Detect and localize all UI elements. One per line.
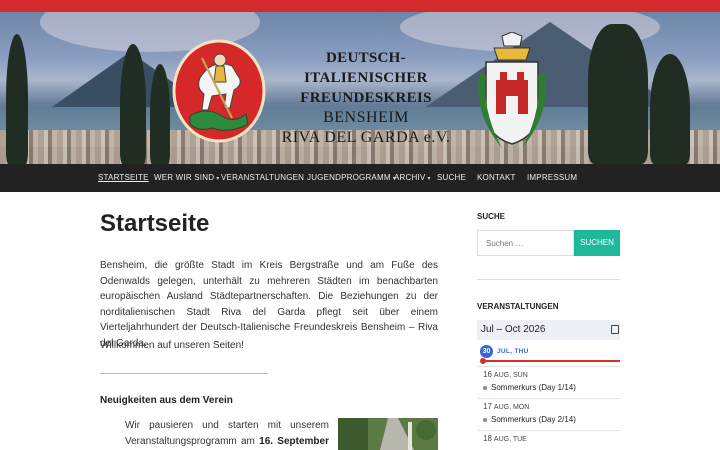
news-heading: Neuigkeiten aus dem Verein xyxy=(100,395,233,406)
main-navigation: STARTSEITE WER WIR SIND ▾ VERANSTALTUNGEN… xyxy=(0,164,720,192)
calendar-event[interactable]: Sommerkurs (Day 1/14) xyxy=(483,383,576,392)
current-time-line xyxy=(483,360,620,362)
garden-path-image xyxy=(338,418,438,450)
site-title-line-1: DEUTSCH-ITALIENISCHER xyxy=(304,50,428,86)
nav-item-impressum[interactable]: IMPRESSUM xyxy=(527,173,577,182)
nav-item-suche[interactable]: SUCHE xyxy=(437,173,466,182)
day-number: 16 xyxy=(483,370,492,379)
calendar-icon[interactable] xyxy=(611,325,619,334)
event-title: Sommerkurs (Day 1/14) xyxy=(491,383,576,392)
chevron-down-icon: ▾ xyxy=(216,176,220,182)
bensheim-coat-of-arms[interactable] xyxy=(172,38,266,144)
day-number: 18 xyxy=(483,434,492,443)
nav-item-kontakt[interactable]: KONTAKT xyxy=(477,173,516,182)
search-widget-heading: SUCHE xyxy=(477,212,506,221)
welcome-text: Willkommen auf unseren Seiten! xyxy=(100,340,244,351)
site-header-banner: DEUTSCH-ITALIENISCHER FREUNDESKREIS BENS… xyxy=(0,12,720,164)
event-dot-icon xyxy=(483,417,487,422)
cypress-tree xyxy=(120,44,146,164)
chevron-down-icon: ▾ xyxy=(427,176,431,182)
site-title[interactable]: DEUTSCH-ITALIENISCHER FREUNDESKREIS BENS… xyxy=(276,48,456,148)
day-name: AUG, TUE xyxy=(493,436,527,443)
nav-item-veranstaltungen[interactable]: VERANSTALTUNGEN xyxy=(221,173,304,182)
calendar-range: Jul – Oct 2026 xyxy=(481,324,546,335)
day-name: AUG, SUN xyxy=(493,372,528,379)
today-date-badge: 30 xyxy=(480,345,493,358)
news-paragraph: Wir pausieren und starten mit unserem Ve… xyxy=(125,418,329,450)
google-calendar-widget: Jul – Oct 2026 30 JUL, THU 16 AUG, SUN So… xyxy=(477,320,620,450)
cypress-tree xyxy=(6,34,28,164)
calendar-event[interactable]: Sommerkurs (Day 2/14) xyxy=(483,415,576,424)
page-title: Startseite xyxy=(100,210,210,237)
nav-item-label: ARCHIV xyxy=(394,173,426,182)
calendar-day-label: 17 AUG, MON xyxy=(483,402,529,411)
site-title-line-4: RIVA DEL GARDA e.V. xyxy=(281,129,451,146)
current-time-dot xyxy=(480,358,486,364)
tree xyxy=(650,54,690,164)
search-input[interactable] xyxy=(477,230,574,256)
divider xyxy=(477,430,620,431)
nav-item-wer-wir-sind[interactable]: WER WIR SIND ▾ xyxy=(154,173,219,182)
top-accent-bar xyxy=(0,0,720,12)
news-date: 16. September xyxy=(259,436,329,447)
nav-item-jugendprogramm[interactable]: JUGENDPROGRAMM ▾ xyxy=(307,173,396,182)
nav-item-label: JUGENDPROGRAMM xyxy=(307,173,391,182)
day-name: AUG, MON xyxy=(493,404,530,411)
tree xyxy=(588,24,648,164)
day-number: 17 xyxy=(483,402,492,411)
calendar-day-label: 16 AUG, SUN xyxy=(483,370,528,379)
site-title-line-2: FREUNDESKREIS xyxy=(300,90,432,106)
calendar-day-label: 18 AUG, TUE xyxy=(483,434,527,443)
intro-paragraph: Bensheim, die größte Stadt im Kreis Berg… xyxy=(100,260,438,349)
riva-del-garda-coat-of-arms[interactable] xyxy=(472,32,552,158)
event-dot-icon xyxy=(483,385,487,390)
divider xyxy=(100,373,268,374)
today-label: JUL, THU xyxy=(497,348,529,355)
divider xyxy=(477,366,620,367)
cypress-tree xyxy=(150,64,170,164)
calendar-header: Jul – Oct 2026 xyxy=(477,320,620,340)
divider xyxy=(477,279,620,280)
event-title: Sommerkurs (Day 2/14) xyxy=(491,415,576,424)
site-title-line-3: BENSHEIM xyxy=(323,109,409,126)
nav-item-archiv[interactable]: ARCHIV ▾ xyxy=(394,173,431,182)
nav-item-startseite[interactable]: STARTSEITE xyxy=(98,173,149,182)
events-widget-heading: VERANSTALTUNGEN xyxy=(477,302,559,311)
divider xyxy=(477,398,620,399)
news-image[interactable] xyxy=(338,418,438,450)
search-button[interactable]: SUCHEN xyxy=(574,230,620,256)
nav-item-label: WER WIR SIND xyxy=(154,173,215,182)
